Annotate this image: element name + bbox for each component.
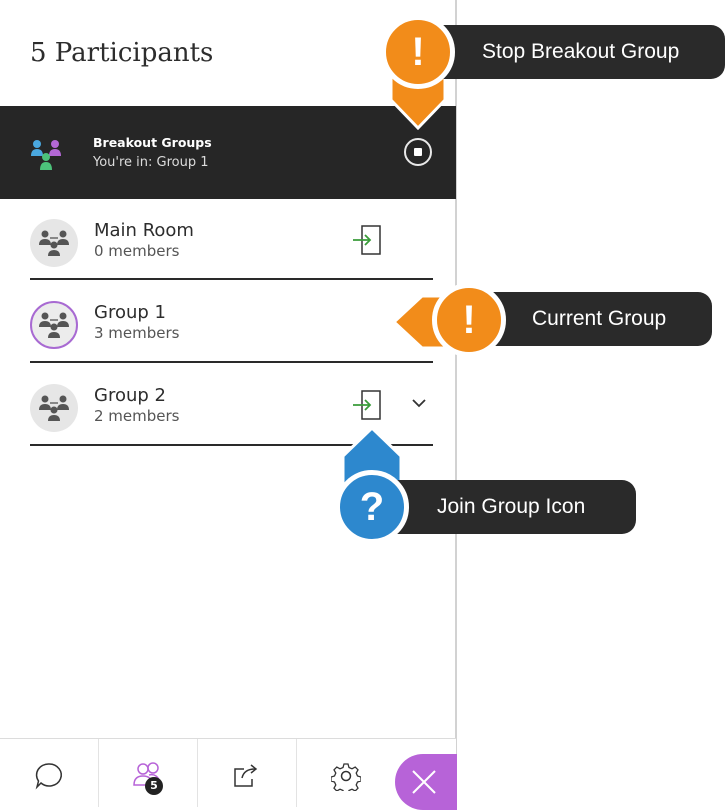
group-people-icon: [39, 312, 69, 338]
breakout-groups-icon: [31, 140, 61, 170]
stop-breakout-button[interactable]: [404, 138, 432, 166]
close-icon: [412, 770, 436, 794]
group-name: Group 1: [94, 302, 166, 323]
callout-label: Join Group Icon: [395, 480, 636, 534]
breakout-groups-bar: Breakout Groups You're in: Group 1: [0, 106, 456, 199]
stop-icon: [414, 148, 422, 156]
chevron-down-icon[interactable]: [410, 396, 428, 410]
group-avatar: [30, 384, 78, 432]
group-name: Main Room: [94, 220, 194, 241]
participants-count-badge: 5: [145, 777, 163, 795]
group-avatar: [30, 219, 78, 267]
settings-gear-icon: [331, 763, 361, 791]
chat-button[interactable]: [0, 739, 98, 807]
row-divider: [30, 278, 433, 280]
join-group-icon[interactable]: [352, 389, 382, 421]
current-group-status: You're in: Group 1: [93, 155, 209, 170]
participants-panel: 5 Participants Breakout Groups You're in…: [0, 0, 457, 810]
group-name: Group 2: [94, 385, 166, 406]
breakout-groups-title: Breakout Groups: [93, 135, 212, 150]
settings-button[interactable]: [297, 739, 395, 807]
callout-label: Current Group: [490, 292, 712, 346]
group-people-icon: [39, 395, 69, 421]
close-panel-button[interactable]: [395, 754, 457, 810]
panel-title: 5 Participants: [30, 38, 214, 68]
participants-button[interactable]: 5: [99, 739, 197, 807]
group-member-count: 0 members: [94, 242, 180, 260]
group-row-main-room: Main Room 0 members: [0, 199, 456, 281]
join-group-icon[interactable]: [352, 224, 382, 256]
alert-icon: !: [432, 283, 506, 357]
group-row-group-1: Group 1 3 members: [0, 281, 456, 363]
help-icon: ?: [335, 470, 409, 544]
group-member-count: 3 members: [94, 324, 180, 342]
group-people-icon: [39, 230, 69, 256]
chat-icon: [35, 763, 62, 790]
row-divider: [30, 361, 433, 363]
bottom-toolbar: 5: [0, 738, 457, 810]
share-content-button[interactable]: [198, 739, 296, 807]
group-member-count: 2 members: [94, 407, 180, 425]
group-avatar-current: [30, 301, 78, 349]
callout-label: Stop Breakout Group: [440, 25, 725, 79]
share-content-icon: [234, 764, 258, 787]
alert-icon: !: [381, 15, 455, 89]
